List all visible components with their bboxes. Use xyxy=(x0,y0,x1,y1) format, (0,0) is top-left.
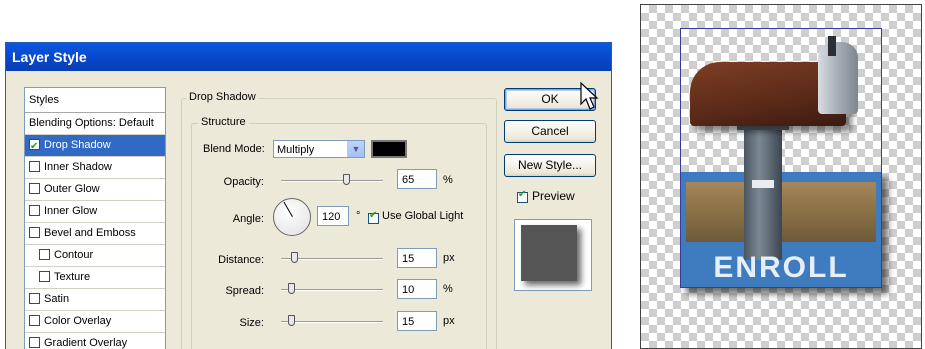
style-item-label: Satin xyxy=(44,293,70,305)
opacity-slider-track[interactable] xyxy=(281,180,383,182)
blend-mode-select[interactable]: Multiply ▼ xyxy=(273,140,365,158)
blend-mode-value: Multiply xyxy=(277,144,315,156)
size-unit: px xyxy=(443,315,455,327)
spread-field[interactable]: 10 xyxy=(397,279,437,299)
style-item-label: Contour xyxy=(54,249,94,261)
outer-glow-checkbox[interactable] xyxy=(29,182,40,194)
chevron-down-icon: ▼ xyxy=(347,141,364,157)
style-item-inner-glow[interactable]: Inner Glow xyxy=(25,201,165,223)
size-label: Size: xyxy=(239,317,264,329)
bevel-emboss-checkbox[interactable] xyxy=(29,226,40,238)
spread-slider-track[interactable] xyxy=(281,289,383,291)
style-item-label: Color Overlay xyxy=(44,315,112,327)
style-item-satin[interactable]: Satin xyxy=(25,289,165,311)
style-item-contour[interactable]: Contour xyxy=(25,245,165,267)
style-item-gradient-overlay[interactable]: Gradient Overlay xyxy=(25,333,165,349)
drop-shadow-checkbox[interactable] xyxy=(29,136,40,157)
contour-checkbox[interactable] xyxy=(39,248,50,260)
distance-field[interactable]: 15 xyxy=(397,248,437,268)
angle-dial-needle xyxy=(283,201,293,217)
style-item-drop-shadow[interactable]: Drop Shadow xyxy=(25,135,165,157)
use-global-light-checkbox[interactable] xyxy=(368,210,379,224)
spread-label: Spread: xyxy=(225,285,264,297)
shadow-color-swatch[interactable] xyxy=(371,140,407,158)
preview-shadow-swatch xyxy=(521,225,577,281)
preview-label[interactable]: Preview xyxy=(532,189,575,203)
distance-unit: px xyxy=(443,252,455,264)
satin-checkbox[interactable] xyxy=(29,292,40,304)
dialog-title: Layer Style xyxy=(6,43,611,71)
spread-unit: % xyxy=(443,283,453,295)
style-item-inner-shadow[interactable]: Inner Shadow xyxy=(25,157,165,179)
style-item-outer-glow[interactable]: Outer Glow xyxy=(25,179,165,201)
spread-slider-thumb[interactable] xyxy=(288,283,295,294)
style-item-label: Inner Shadow xyxy=(44,161,112,173)
layer-style-dialog: Layer Style Styles Blending Options: Def… xyxy=(5,42,612,349)
opacity-label: Opacity: xyxy=(223,176,264,188)
blend-mode-label: Blend Mode: xyxy=(203,143,265,155)
inner-glow-checkbox[interactable] xyxy=(29,204,40,216)
styles-header[interactable]: Styles xyxy=(25,88,165,113)
style-item-texture[interactable]: Texture xyxy=(25,267,165,289)
color-overlay-checkbox[interactable] xyxy=(29,314,40,326)
angle-unit: ° xyxy=(356,210,361,222)
opacity-slider-thumb[interactable] xyxy=(343,174,350,185)
preview-checkbox[interactable] xyxy=(517,189,528,203)
gradient-overlay-checkbox[interactable] xyxy=(29,336,40,348)
opacity-field[interactable]: 65 xyxy=(397,169,437,189)
angle-dial[interactable] xyxy=(273,198,311,236)
style-item-label: Outer Glow xyxy=(44,183,100,195)
style-item-label: Drop Shadow xyxy=(44,139,111,151)
distance-slider-thumb[interactable] xyxy=(291,252,298,263)
use-global-light-label[interactable]: Use Global Light xyxy=(382,210,463,222)
layer-bounds xyxy=(680,28,882,288)
cancel-button[interactable]: Cancel xyxy=(504,120,596,143)
structure-group-title: Structure xyxy=(198,116,249,128)
style-item-bevel-emboss[interactable]: Bevel and Emboss xyxy=(25,223,165,245)
inner-shadow-checkbox[interactable] xyxy=(29,160,40,172)
angle-label: Angle: xyxy=(232,213,264,225)
texture-checkbox[interactable] xyxy=(39,270,50,282)
style-item-label: Gradient Overlay xyxy=(44,337,128,349)
distance-label: Distance: xyxy=(218,254,264,266)
style-item-color-overlay[interactable]: Color Overlay xyxy=(25,311,165,333)
styles-list: Styles Blending Options: Default Drop Sh… xyxy=(24,87,166,349)
size-field[interactable]: 15 xyxy=(397,311,437,331)
preview-thumbnail xyxy=(514,219,592,291)
angle-field[interactable]: 120 xyxy=(317,206,349,226)
drop-shadow-group-title: Drop Shadow xyxy=(186,91,259,103)
mouse-cursor-icon xyxy=(580,82,599,110)
size-slider-thumb[interactable] xyxy=(288,315,295,326)
style-item-label: Texture xyxy=(54,271,91,283)
new-style-button[interactable]: New Style... xyxy=(504,154,596,177)
opacity-unit: % xyxy=(443,174,453,186)
blending-options-item[interactable]: Blending Options: Default xyxy=(25,113,165,135)
style-item-label: Inner Glow xyxy=(44,205,98,217)
size-slider-track[interactable] xyxy=(281,321,383,323)
style-item-label: Bevel and Emboss xyxy=(44,227,136,239)
